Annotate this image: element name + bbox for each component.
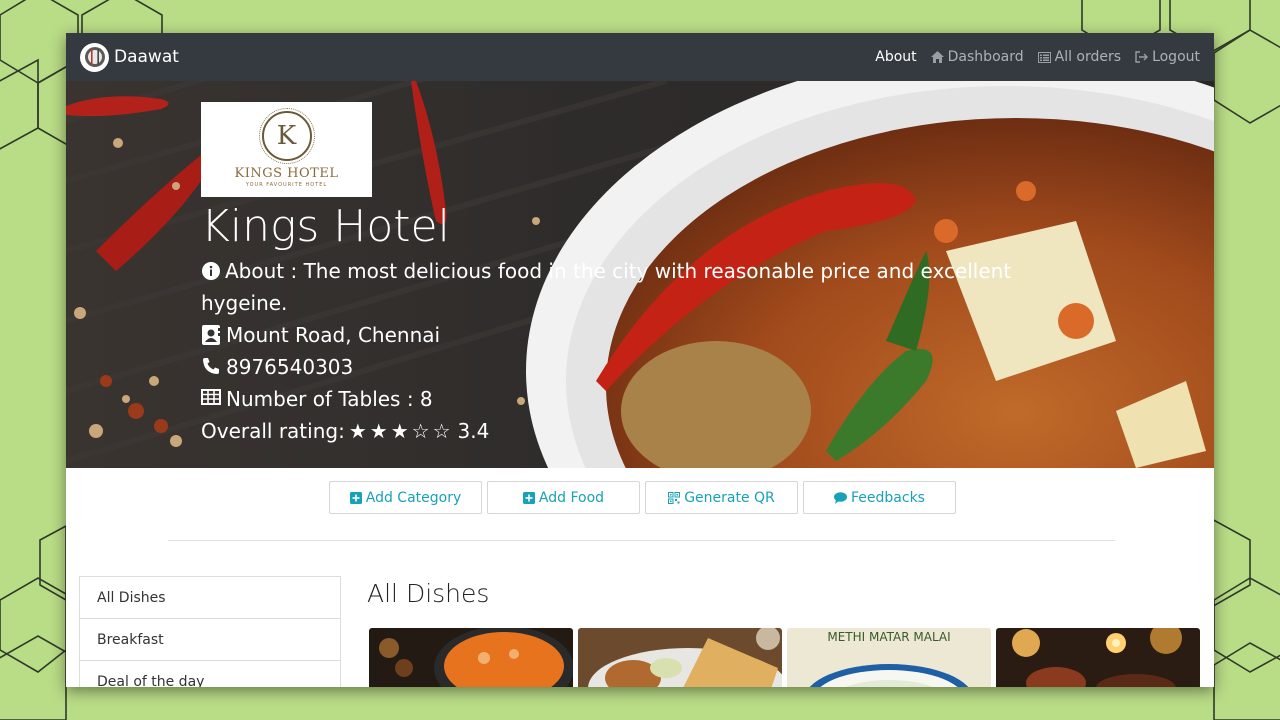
logout-icon	[1135, 51, 1149, 63]
dish-card[interactable]	[578, 628, 782, 687]
sidebar-item-all-dishes[interactable]: All Dishes	[79, 576, 341, 618]
sidebar-item-label: All Dishes	[97, 589, 166, 606]
comment-icon	[834, 491, 848, 504]
dish-caption: METHI MATAR MALAI	[827, 630, 951, 644]
plus-square-icon	[349, 491, 362, 504]
dish-card[interactable]	[996, 628, 1200, 687]
hotel-name: Kings Hotel	[201, 201, 450, 252]
star-filled-icon: ★	[369, 419, 388, 443]
hero-banner: K KINGS HOTEL YOUR FAVOURITE HOTEL Kings…	[66, 81, 1214, 468]
dish-grid: METHI MATAR MALAI	[369, 628, 1205, 687]
table-icon	[201, 383, 221, 405]
hotel-logo-letter: K	[276, 121, 297, 151]
hotel-info: Kings Hotel About : The most delicious f…	[201, 199, 1081, 447]
cutlery-logo-icon	[80, 42, 109, 72]
hotel-tables-text: Number of Tables : 8	[226, 387, 433, 411]
hotel-logo-tagline: YOUR FAVOURITE HOTEL	[245, 182, 328, 188]
browser-window: Daawat About Dashboard All orders Logout…	[66, 33, 1214, 687]
hotel-logo-emblem: K	[258, 108, 315, 164]
feedbacks-label: Feedbacks	[851, 489, 925, 506]
address-card-icon	[201, 319, 221, 345]
page-title: All Dishes	[367, 579, 490, 608]
nav-about[interactable]: About	[875, 49, 916, 65]
info-circle-icon	[201, 262, 221, 280]
home-icon	[930, 51, 944, 63]
nav-logout[interactable]: Logout	[1135, 49, 1200, 65]
generate-qr-label: Generate QR	[684, 489, 775, 506]
add-category-label: Add Category	[365, 489, 462, 506]
star-empty-icon: ☆	[432, 419, 451, 443]
sidebar-item-breakfast[interactable]: Breakfast	[79, 618, 341, 660]
nav-about-label: About	[875, 49, 917, 65]
hotel-phone-text: 8976540303	[226, 355, 354, 379]
hotel-address-text: Mount Road, Chennai	[226, 323, 441, 347]
hotel-about-text: About : The most delicious food in the c…	[201, 259, 1012, 315]
hotel-about: About : The most delicious food in the c…	[201, 255, 1081, 319]
star-filled-icon: ★	[390, 419, 409, 443]
navbar: Daawat About Dashboard All orders Logout	[66, 33, 1214, 81]
nav-dashboard-label: Dashboard	[947, 49, 1024, 65]
dish-image	[369, 628, 573, 687]
sidebar-item-label: Deal of the day	[97, 673, 205, 688]
dish-card[interactable]	[369, 628, 573, 687]
category-sidebar: All Dishes Breakfast Deal of the day	[79, 576, 341, 687]
hotel-logo: K KINGS HOTEL YOUR FAVOURITE HOTEL	[201, 102, 372, 197]
hotel-rating: Overall rating: ★ ★ ★ ☆ ☆ 3.4	[201, 415, 1081, 447]
list-icon	[1037, 51, 1051, 63]
nav-links: About Dashboard All orders Logout	[861, 49, 1200, 65]
sidebar-item-deal-of-the-day[interactable]: Deal of the day	[79, 660, 341, 687]
nav-dashboard[interactable]: Dashboard	[930, 49, 1024, 65]
qrcode-icon	[668, 491, 681, 504]
add-food-label: Add Food	[538, 489, 605, 506]
dish-image	[996, 628, 1200, 687]
brand-name: Daawat	[114, 47, 179, 67]
plus-square-icon	[522, 491, 535, 504]
nav-all-orders[interactable]: All orders	[1037, 49, 1122, 65]
brand[interactable]: Daawat	[80, 42, 179, 72]
action-buttons: Add Category Add Food Generate QR Feedba…	[329, 481, 961, 514]
nav-logout-label: Logout	[1152, 49, 1200, 65]
hotel-address: Mount Road, Chennai	[201, 319, 1081, 351]
sidebar-item-label: Breakfast	[97, 631, 164, 648]
rating-value: 3.4	[457, 419, 490, 443]
dish-image	[578, 628, 782, 687]
add-food-button[interactable]: Add Food	[487, 481, 640, 514]
hotel-tables: Number of Tables : 8	[201, 383, 1081, 415]
feedbacks-button[interactable]: Feedbacks	[803, 481, 956, 514]
hotel-phone: 8976540303	[201, 351, 1081, 383]
section-divider	[168, 540, 1115, 541]
add-category-button[interactable]: Add Category	[329, 481, 482, 514]
rating-label: Overall rating:	[201, 419, 345, 443]
star-empty-icon: ☆	[411, 419, 430, 443]
nav-all-orders-label: All orders	[1054, 49, 1122, 65]
rating-stars: ★ ★ ★ ☆ ☆	[349, 415, 454, 447]
generate-qr-button[interactable]: Generate QR	[645, 481, 798, 514]
hotel-logo-text: KINGS HOTEL	[234, 166, 339, 181]
phone-icon	[201, 351, 221, 375]
dish-card[interactable]: METHI MATAR MALAI	[787, 628, 991, 687]
star-filled-icon: ★	[348, 419, 367, 443]
